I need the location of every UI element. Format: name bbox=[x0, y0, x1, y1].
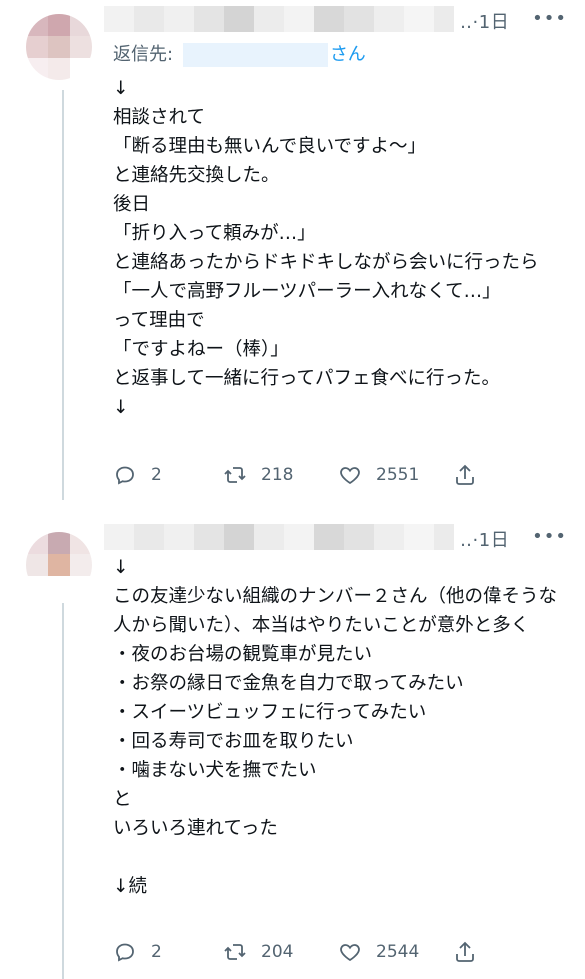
tweet-text: ↓ この友達少ない組織のナンバー２さん（他の偉そうな人から聞いた）、本当はやりた… bbox=[113, 557, 558, 897]
like-count: 2551 bbox=[376, 465, 420, 485]
retweet-button[interactable]: 218 bbox=[223, 463, 338, 487]
reply-to: 返信先: さん bbox=[113, 40, 366, 67]
tweet-text: ↓ 相談されて 「断る理由も無いんで良いですよ〜」 と連絡先交換した。 後日 「… bbox=[113, 78, 539, 418]
tweet-time[interactable]: ‥·1日 bbox=[460, 8, 509, 34]
thread-line bbox=[62, 90, 64, 500]
retweet-count: 218 bbox=[261, 465, 294, 485]
retweet-icon bbox=[224, 944, 246, 960]
tweet-2[interactable]: ‥·1日 ••• ↓ この友達少ない組織のナンバー２さん（他の偉そうな人から聞い… bbox=[0, 505, 585, 979]
heart-icon bbox=[340, 467, 360, 485]
heart-icon bbox=[340, 944, 360, 962]
action-bar: 2 204 2544 bbox=[113, 937, 493, 967]
reply-icon bbox=[116, 943, 134, 962]
reply-to-suffix[interactable]: さん bbox=[330, 44, 366, 65]
more-options-icon[interactable]: ••• bbox=[532, 8, 567, 29]
thread-line bbox=[62, 603, 64, 979]
tweet-time[interactable]: ‥·1日 bbox=[460, 526, 509, 552]
tweet-1[interactable]: ‥·1日 ••• 返信先: さん ↓ 相談されて 「断る理由も無いんで良いですよ… bbox=[0, 0, 585, 505]
mention-blurred[interactable] bbox=[182, 43, 328, 67]
retweet-button[interactable]: 204 bbox=[223, 940, 338, 964]
retweet-icon bbox=[224, 467, 246, 483]
reply-icon bbox=[116, 466, 134, 485]
avatar[interactable] bbox=[26, 532, 92, 598]
share-button[interactable] bbox=[453, 940, 491, 964]
user-name-blurred[interactable] bbox=[104, 524, 454, 550]
share-button[interactable] bbox=[453, 463, 491, 487]
reply-count: 2 bbox=[151, 465, 162, 485]
reply-button[interactable]: 2 bbox=[113, 463, 223, 487]
reply-count: 2 bbox=[151, 942, 162, 962]
more-options-icon[interactable]: ••• bbox=[532, 526, 567, 547]
action-bar: 2 218 2551 bbox=[113, 460, 493, 490]
avatar[interactable] bbox=[26, 14, 92, 80]
like-count: 2544 bbox=[376, 942, 420, 962]
retweet-count: 204 bbox=[261, 942, 294, 962]
user-name-blurred[interactable] bbox=[104, 6, 454, 32]
like-button[interactable]: 2551 bbox=[338, 463, 453, 487]
time-label: 1日 bbox=[478, 12, 510, 33]
share-icon bbox=[456, 941, 474, 962]
time-label: 1日 bbox=[478, 530, 510, 551]
reply-to-prefix: 返信先: bbox=[113, 44, 174, 65]
reply-button[interactable]: 2 bbox=[113, 940, 223, 964]
like-button[interactable]: 2544 bbox=[338, 940, 453, 964]
share-icon bbox=[456, 464, 474, 485]
